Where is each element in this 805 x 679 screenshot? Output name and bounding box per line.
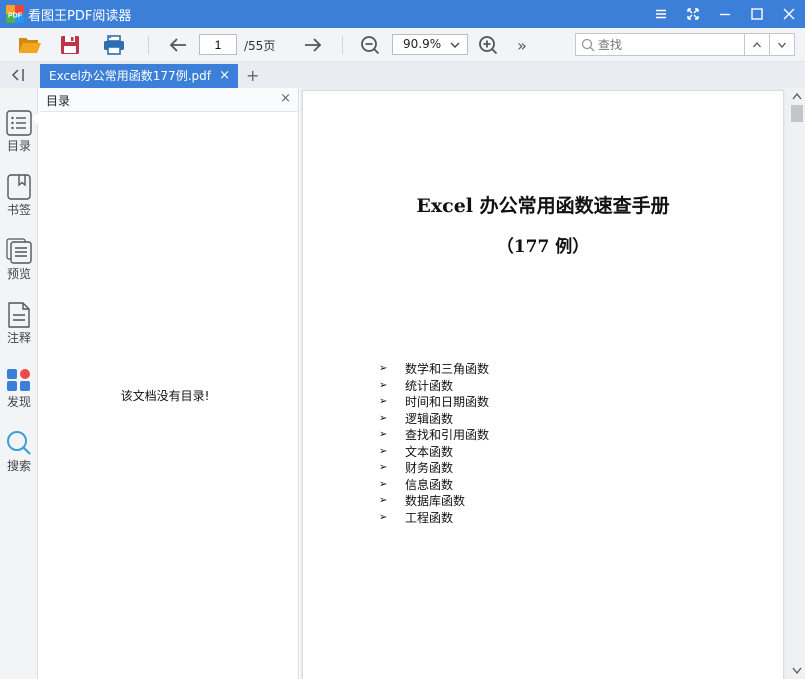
save-icon xyxy=(61,36,79,54)
zoom-level-value: 90.9% xyxy=(403,37,442,51)
scrollbar-thumb[interactable] xyxy=(791,105,803,122)
sidebar-item-label: 书签 xyxy=(6,203,31,217)
collapse-sidebar-button[interactable] xyxy=(10,68,26,86)
zoom-out-button[interactable] xyxy=(358,33,382,57)
sidebar-item-label: 目录 xyxy=(6,139,31,153)
document-tab[interactable]: Excel办公常用函数177例.pdf × xyxy=(40,64,238,88)
scroll-down-icon[interactable] xyxy=(792,667,802,675)
list-item: ➢ 数学和三角函数 xyxy=(379,362,490,376)
sidebar-item-label: 发现 xyxy=(6,395,31,409)
menu-icon xyxy=(656,9,666,19)
close-icon xyxy=(783,8,795,20)
list-item: ➢ 查找和引用函数 xyxy=(379,428,490,442)
title-bar: PDF 看图王PDF阅读器 xyxy=(0,0,805,28)
save-button[interactable] xyxy=(58,33,82,57)
sidebar-item-label: 预览 xyxy=(6,267,31,281)
pdf-page: Excel 办公常用函数速查手册 （177 例） ➢ 数学和三角函数 ➢ 统计函数 … xyxy=(302,90,784,679)
maximize-icon xyxy=(751,8,763,20)
zoom-out-icon xyxy=(361,36,380,55)
close-tab-button[interactable]: × xyxy=(219,64,230,88)
document-viewport[interactable]: Excel 办公常用函数速查手册 （177 例） ➢ 数学和三角函数 ➢ 统计函数 … xyxy=(300,88,789,679)
page-total-label: /55页 xyxy=(244,39,276,53)
zoom-in-button[interactable] xyxy=(476,33,500,57)
menu-button[interactable] xyxy=(645,0,677,28)
document-subtitle: （177 例） xyxy=(496,237,590,257)
toc-icon xyxy=(6,110,32,136)
list-item: ➢ 信息函数 xyxy=(379,477,454,492)
document-tab-label: Excel办公常用函数177例.pdf xyxy=(49,69,211,83)
arrow-left-icon xyxy=(169,38,186,52)
list-item: ➢ 文本函数 xyxy=(379,444,454,459)
sidebar-rail: 目录 书签 预览 注释 发现 搜索 xyxy=(0,88,39,679)
preview-icon xyxy=(6,238,32,264)
list-item: ➢ 时间和日期函数 xyxy=(379,395,490,409)
previous-page-button[interactable] xyxy=(166,33,190,57)
open-file-button[interactable] xyxy=(18,33,42,57)
list-item: ➢ 统计函数 xyxy=(379,378,454,393)
sidebar-item-toc[interactable]: 目录 xyxy=(0,102,38,162)
more-tools-button[interactable]: » xyxy=(510,33,534,57)
close-window-button[interactable] xyxy=(773,0,805,28)
sidebar-item-bookmark[interactable]: 书签 xyxy=(0,166,38,226)
toolbar: /55页 90.9% » xyxy=(0,28,805,62)
zoom-level-select[interactable]: 90.9% xyxy=(392,34,468,55)
fullscreen-icon xyxy=(687,8,699,20)
print-button[interactable] xyxy=(102,33,126,57)
chevron-down-icon xyxy=(778,42,786,48)
list-item: ➢ 数据库函数 xyxy=(379,494,466,508)
search-next-button[interactable] xyxy=(770,33,795,56)
app-logo-icon: PDF xyxy=(6,5,24,23)
minimize-button[interactable] xyxy=(709,0,741,28)
printer-icon xyxy=(104,35,124,55)
close-panel-button[interactable]: × xyxy=(280,91,291,106)
collapse-left-icon xyxy=(11,69,24,81)
search-input[interactable] xyxy=(598,36,738,53)
zoom-in-icon xyxy=(479,36,498,55)
window-title: 看图王PDF阅读器 xyxy=(28,8,132,24)
empty-toc-message: 该文档没有目录! xyxy=(120,389,210,403)
arrow-right-icon xyxy=(305,38,322,52)
svg-text:PDF: PDF xyxy=(8,13,23,20)
bookmark-icon xyxy=(7,174,31,200)
add-tab-button[interactable]: + xyxy=(246,66,259,85)
chevron-up-icon xyxy=(753,41,761,47)
search-box[interactable] xyxy=(575,33,745,56)
document-title: Excel 办公常用函数速查手册 xyxy=(416,195,670,217)
search-previous-button[interactable] xyxy=(745,33,770,56)
sidebar-item-label: 注释 xyxy=(6,331,31,345)
sidebar-item-annotation[interactable]: 注释 xyxy=(0,294,38,354)
fullscreen-button[interactable] xyxy=(677,0,709,28)
list-item: ➢ 财务函数 xyxy=(379,461,454,475)
page-number-input[interactable] xyxy=(199,34,237,55)
list-item: ➢ 工程函数 xyxy=(379,510,454,525)
discover-icon xyxy=(7,369,30,391)
sidebar-item-search[interactable]: 搜索 xyxy=(0,422,38,482)
search-icon xyxy=(581,38,595,52)
toc-panel: 目录 × 该文档没有目录! xyxy=(39,88,299,679)
vertical-scrollbar[interactable] xyxy=(789,88,805,679)
sidebar-item-label: 搜索 xyxy=(6,459,31,473)
annotation-icon xyxy=(8,302,30,328)
next-page-button[interactable] xyxy=(301,33,325,57)
document-contents-list: ➢ 数学和三角函数 ➢ 统计函数 ➢ 时间和日期函数 ➢ 逻辑函数 ➢ 查找和引用函数 ➢… xyxy=(379,361,489,526)
panel-title: 目录 xyxy=(46,94,71,108)
sidebar-item-discover[interactable]: 发现 xyxy=(0,358,38,418)
scroll-up-icon[interactable] xyxy=(792,92,802,100)
folder-open-icon xyxy=(19,38,41,53)
tab-bar: Excel办公常用函数177例.pdf × + xyxy=(0,62,805,88)
chevron-down-icon xyxy=(450,42,460,48)
search-icon xyxy=(7,431,31,455)
sidebar-item-preview[interactable]: 预览 xyxy=(0,230,38,290)
maximize-button[interactable] xyxy=(741,0,773,28)
minimize-icon xyxy=(720,13,730,16)
list-item: ➢ 逻辑函数 xyxy=(379,411,454,426)
